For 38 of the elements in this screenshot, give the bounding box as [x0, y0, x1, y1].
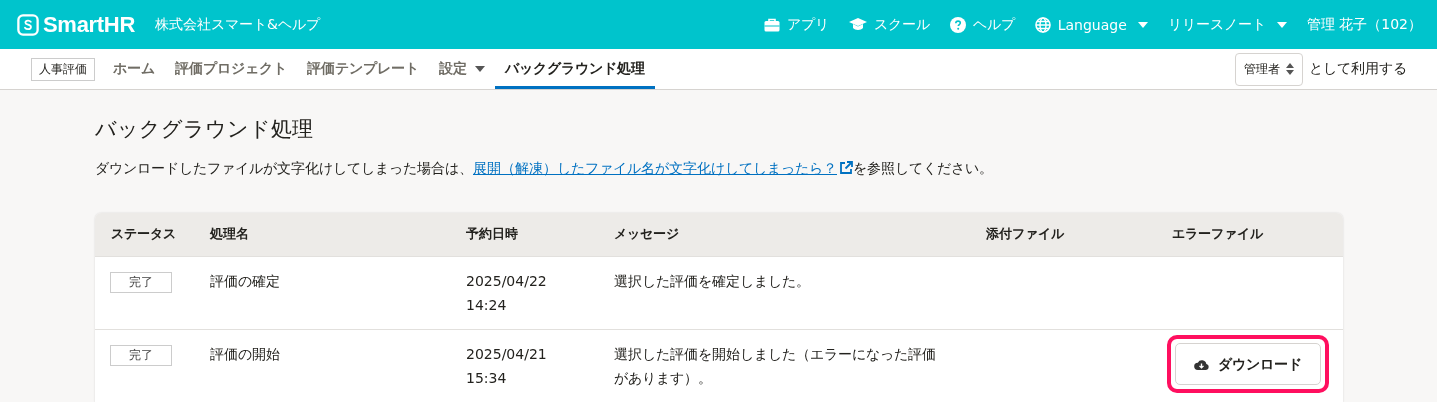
- globe-icon: [1034, 16, 1051, 33]
- table-cell: 評価の確定: [210, 273, 280, 289]
- column-header: 処理名: [209, 225, 250, 243]
- status-badge: 完了: [110, 272, 172, 293]
- role-select[interactable]: 管理者: [1235, 52, 1303, 86]
- help-note: ダウンロードしたファイルが文字化けしてしまった場合は、展開（解凍）したファイル名が文字化けしてしまったら？ を参照してください。: [95, 160, 994, 178]
- external-link-icon: [839, 161, 853, 175]
- help-link[interactable]: 展開（解凍）したファイル名が文字化けしてしまったら？: [473, 160, 853, 176]
- caret-icon: [1276, 21, 1287, 28]
- column-header: ステータス: [110, 225, 177, 243]
- table-cell-text: 選択した評価を確定しました。: [614, 272, 811, 291]
- toolbox-icon: [763, 17, 780, 32]
- nav-tab[interactable]: 設定: [429, 49, 495, 89]
- table-cell: 評価の開始: [210, 346, 280, 362]
- nav-tab[interactable]: 評価テンプレート: [297, 49, 429, 89]
- nav-tab[interactable]: 評価プロジェクト: [165, 49, 297, 89]
- column-header: エラーファイル: [1171, 225, 1264, 243]
- page-title: バックグラウンド処理: [95, 116, 314, 143]
- role-label: として利用する: [1309, 60, 1407, 78]
- table-cell: 2025/04/21 15:34: [466, 346, 547, 386]
- logo-icon: [17, 13, 39, 36]
- graduation-cap-icon: [848, 18, 867, 31]
- app-label: 人事評価: [31, 57, 95, 81]
- column-header: 予約日時: [465, 225, 519, 243]
- column-header: メッセージ: [613, 225, 680, 243]
- nav-tab[interactable]: バックグラウンド処理: [495, 49, 655, 89]
- cloud-download-icon: [1194, 358, 1209, 370]
- nav-tab[interactable]: ホーム: [103, 49, 165, 89]
- caret-icon: [1137, 21, 1148, 28]
- column-header: 添付ファイル: [985, 225, 1065, 243]
- table-cell: 2025/04/22 14:24: [466, 273, 547, 313]
- sort-icon: [1286, 63, 1294, 75]
- help-icon: [949, 16, 966, 33]
- status-badge: 完了: [110, 345, 172, 366]
- caret-icon: [475, 66, 485, 72]
- table-cell-text: 選択した評価を開始しました（エラーになった評価があります）。: [614, 345, 937, 388]
- download-button[interactable]: ダウンロード: [1175, 343, 1321, 385]
- company-name: 株式会社スマート&ヘルプ: [155, 15, 320, 34]
